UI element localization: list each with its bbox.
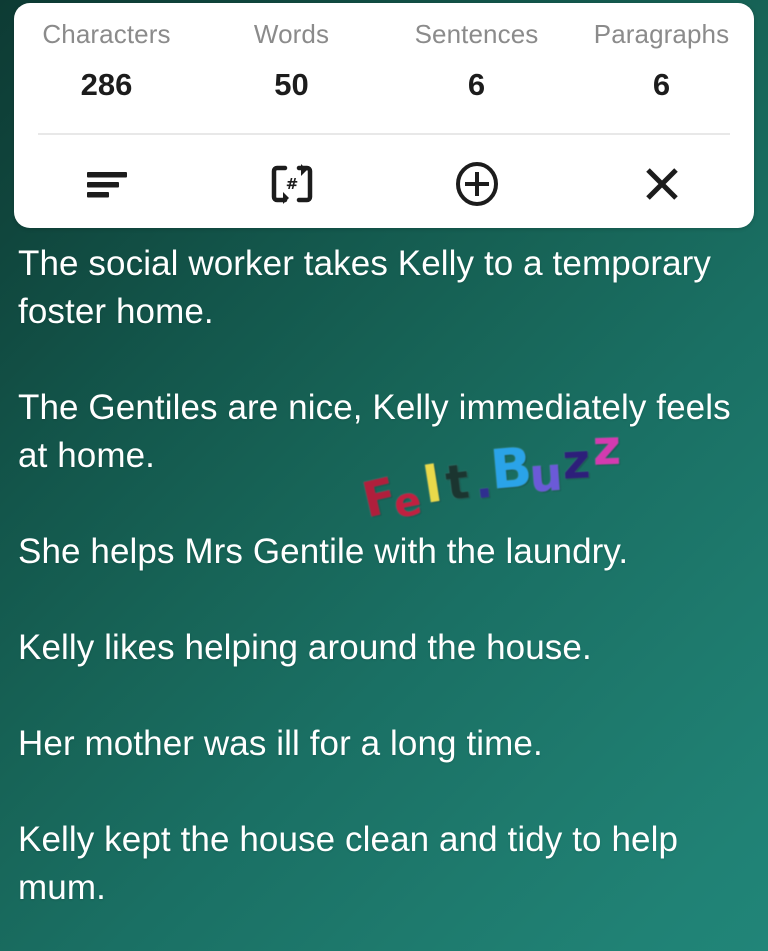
stat-characters-value: 286: [80, 67, 133, 102]
paragraph: Kelly kept the house clean and tidy to h…: [18, 820, 679, 907]
stat-characters: Characters 286: [14, 21, 199, 100]
paragraph: She helps Mrs Gentile with the laundry.: [18, 532, 629, 571]
format-button[interactable]: [14, 141, 199, 227]
stat-sentences-value: 6: [467, 67, 486, 102]
close-button[interactable]: [569, 141, 754, 227]
text-statistics-card: Characters 286 Words 50 Sentences 6 Para…: [14, 3, 754, 228]
statistics-row: Characters 286 Words 50 Sentences 6 Para…: [14, 3, 754, 132]
count-settings-button[interactable]: #: [199, 141, 384, 227]
close-icon: [639, 161, 685, 207]
card-divider: [38, 133, 730, 135]
card-toolbar: #: [14, 141, 754, 227]
paragraph: The Gentiles are nice, Kelly immediately…: [18, 388, 731, 475]
document-text[interactable]: The social worker takes Kelly to a tempo…: [18, 240, 744, 912]
stat-characters-label: Characters: [42, 19, 171, 49]
stat-words-label: Words: [253, 19, 330, 49]
paragraph: Her mother was ill for a long time.: [18, 724, 543, 763]
paragraph: Kelly likes helping around the house.: [18, 628, 592, 667]
stat-words-value: 50: [274, 67, 309, 102]
paragraph: The social worker takes Kelly to a tempo…: [18, 244, 712, 331]
stat-paragraphs-value: 6: [652, 67, 671, 102]
svg-text:#: #: [285, 175, 298, 193]
plus-circle-icon: [453, 160, 501, 208]
add-button[interactable]: [384, 141, 569, 227]
stat-sentences-label: Sentences: [414, 19, 539, 49]
stat-words: Words 50: [199, 21, 384, 100]
stat-sentences: Sentences 6: [384, 21, 569, 100]
stat-paragraphs: Paragraphs 6: [569, 21, 754, 100]
align-left-icon: [84, 166, 130, 202]
stat-paragraphs-label: Paragraphs: [593, 19, 730, 49]
app-screen: Characters 286 Words 50 Sentences 6 Para…: [0, 0, 768, 951]
replace-hash-icon: #: [269, 161, 315, 207]
